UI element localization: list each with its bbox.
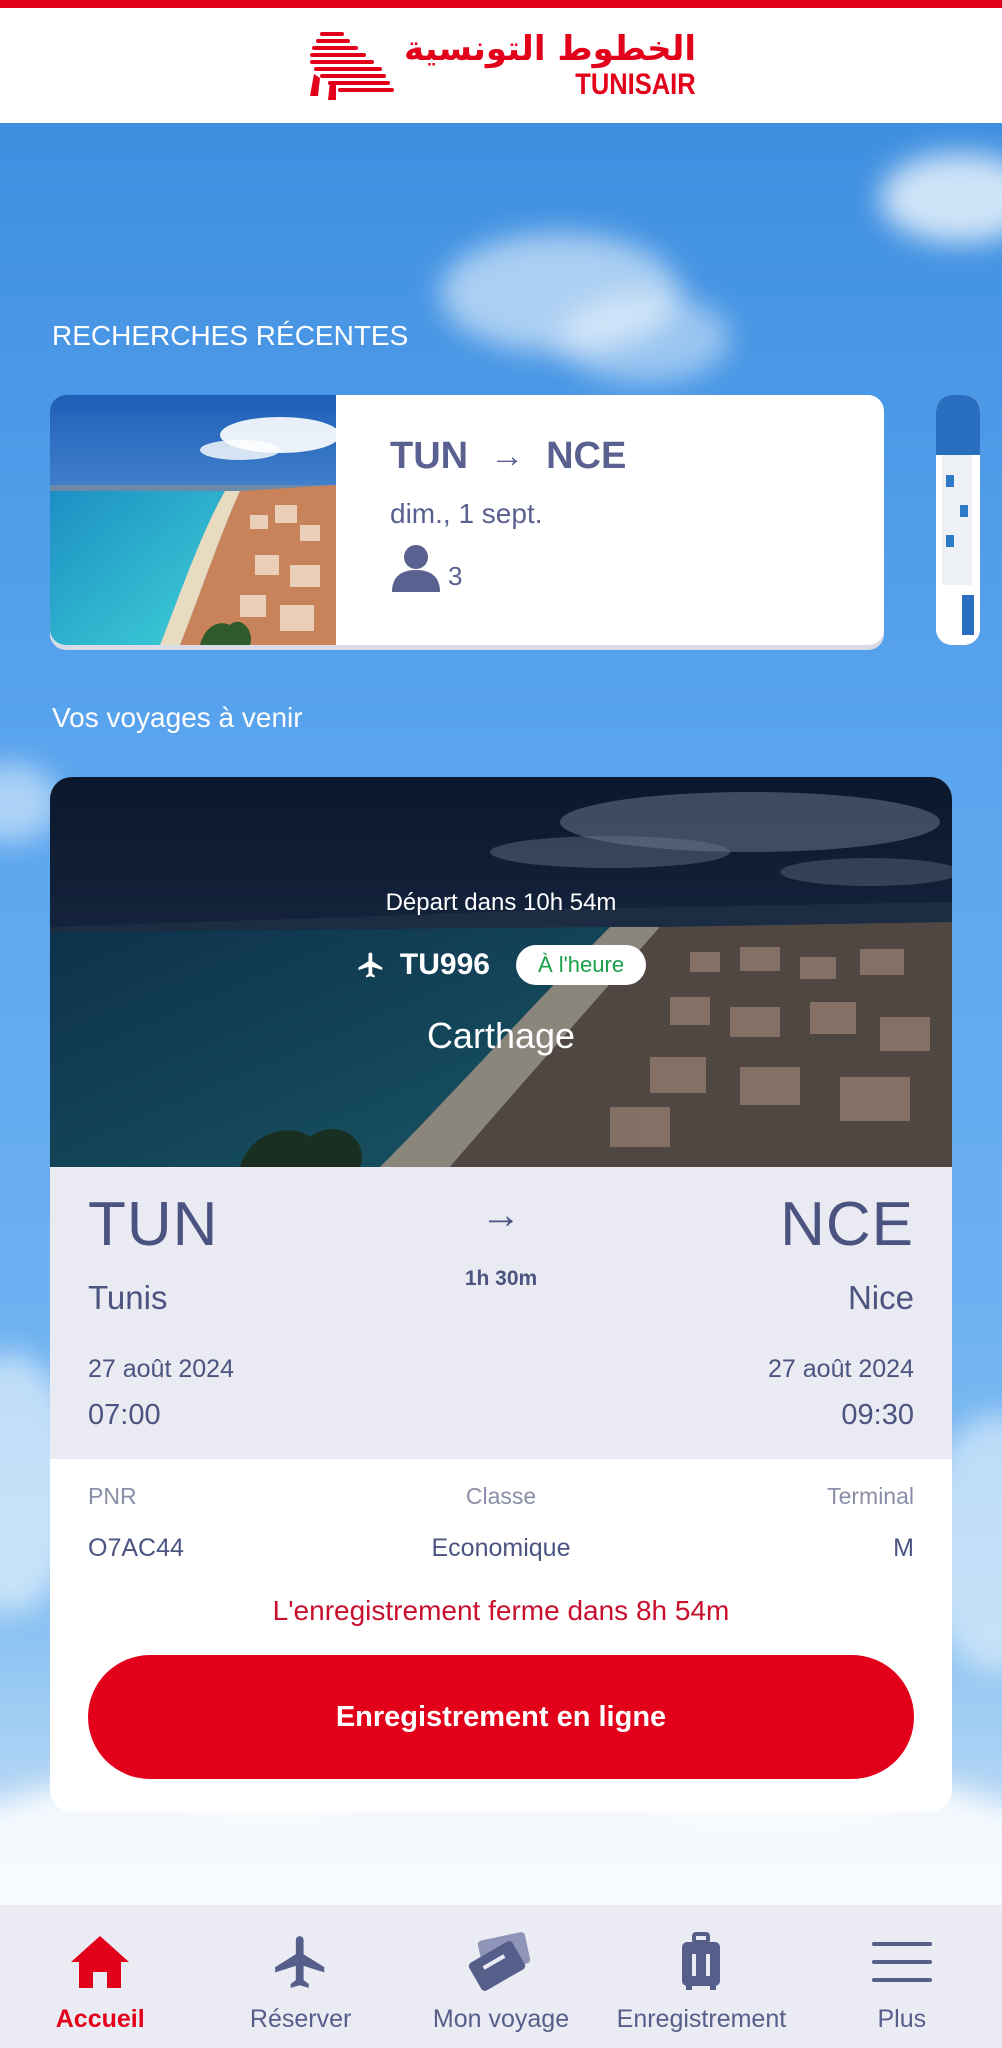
nav-item-plus[interactable]: Plus — [802, 1905, 1002, 2048]
top-brand-stripe — [0, 0, 1002, 8]
departure-airport-name: Carthage — [426, 1015, 576, 1056]
menu-icon — [871, 1942, 932, 1982]
nav-label-enregistrement: Enregistrement — [616, 2005, 787, 2033]
nav-label-reserver: Réserver — [249, 2005, 352, 2033]
terminal-label: Terminal — [827, 1483, 914, 1509]
destination-city: Nice — [847, 1279, 914, 1316]
nice-coast-thumbnail — [50, 395, 336, 645]
logo-latin-text: TUNISAIR — [575, 67, 696, 101]
ticket-icon — [468, 1932, 531, 1991]
gazelle-logo-icon — [310, 31, 394, 100]
departure-countdown: Départ dans 10h 54m — [385, 889, 617, 916]
flight-status-badge: À l'heure — [515, 945, 647, 985]
upcoming-trip-card[interactable]: Départ dans 10h 54m TU996 À l'heure Cart… — [50, 777, 952, 1812]
flight-duration: 1h 30m — [464, 1267, 538, 1290]
passenger-count: 3 — [448, 561, 463, 591]
next-recent-search-card[interactable] — [936, 395, 980, 645]
nav-item-mon-voyage[interactable]: Mon voyage — [401, 1905, 601, 2048]
arrival-time: 09:30 — [841, 1399, 914, 1431]
nav-item-enregistrement[interactable]: Enregistrement — [601, 1905, 801, 2048]
nav-label-plus: Plus — [877, 2005, 927, 2033]
nav-label-accueil: Accueil — [55, 2005, 145, 2033]
bottom-navigation: Accueil Réserver Mon voyage Enregistreme… — [0, 1905, 1002, 2048]
home-icon — [71, 1936, 130, 1988]
destination-hero-image: Départ dans 10h 54m TU996 À l'heure Cart… — [50, 777, 952, 1167]
origin-city: Tunis — [88, 1279, 168, 1316]
recent-origin-code: TUN — [390, 435, 469, 477]
nav-item-accueil[interactable]: Accueil — [0, 1905, 200, 2048]
class-value: Economique — [431, 1534, 571, 1562]
recent-destination-code: NCE — [546, 435, 627, 477]
terminal-value: M — [893, 1534, 914, 1562]
arrival-date: 27 août 2024 — [768, 1355, 914, 1383]
route-arrow-icon: → — [481, 1193, 521, 1237]
nav-label-mon-voyage: Mon voyage — [432, 2005, 570, 2033]
departure-date: 27 août 2024 — [88, 1355, 234, 1383]
route-arrow-icon: → — [490, 437, 525, 475]
logo-arabic-text: الخطوط التونسية — [404, 28, 696, 69]
person-icon — [392, 545, 440, 592]
flight-number: TU996 — [399, 948, 490, 981]
flight-route-details: TUN NCE → 1h 30m Tunis Nice 27 août 2024… — [50, 1167, 952, 1459]
luggage-icon — [682, 1932, 721, 1990]
tunisair-logo[interactable]: الخطوط التونسية TUNISAIR — [306, 26, 696, 106]
airplane-icon — [358, 952, 383, 978]
app-header: الخطوط التونسية TUNISAIR — [0, 8, 1002, 123]
checkin-closing-notice: L'enregistrement ferme dans 8h 54m — [272, 1595, 730, 1626]
recent-search-card[interactable]: TUN → NCE dim., 1 sept. 3 — [50, 395, 884, 645]
class-label: Classe — [465, 1483, 537, 1509]
recent-searches-title: RECHERCHES RÉCENTES — [52, 320, 409, 351]
departure-time: 07:00 — [88, 1399, 161, 1431]
airplane-icon — [274, 1936, 324, 1988]
recent-search-date: dim., 1 sept. — [390, 498, 543, 529]
upcoming-trips-title: Vos voyages à venir — [52, 702, 303, 733]
online-checkin-button[interactable]: Enregistrement en ligne — [88, 1655, 914, 1779]
nav-item-reserver[interactable]: Réserver — [200, 1905, 400, 2048]
